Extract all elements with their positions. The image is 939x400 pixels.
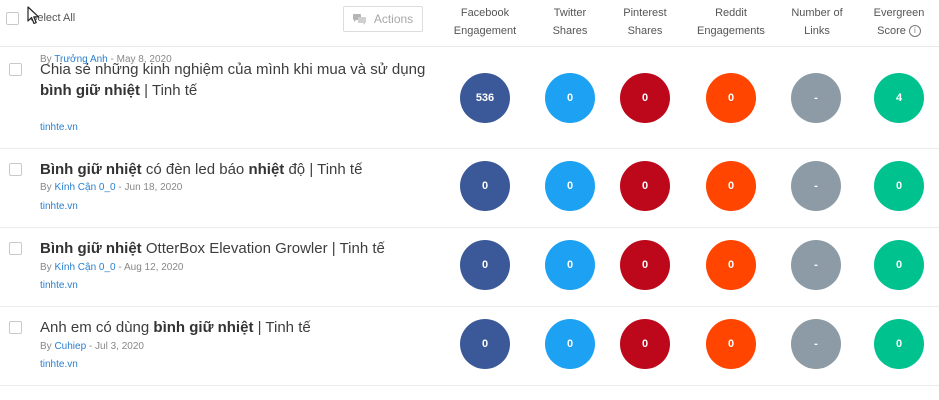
select-all-checkbox[interactable] bbox=[6, 12, 19, 25]
metric-facebook[interactable]: 0 bbox=[460, 240, 510, 290]
metric-twitter[interactable]: 0 bbox=[545, 161, 595, 211]
metric-pinterest[interactable]: 0 bbox=[620, 319, 670, 369]
metric-evergreen[interactable]: 4 bbox=[874, 73, 924, 123]
publish-date: - Aug 12, 2020 bbox=[115, 262, 184, 273]
metric-facebook[interactable]: 0 bbox=[460, 161, 510, 211]
metric-reddit[interactable]: 0 bbox=[706, 240, 756, 290]
metric-links[interactable]: - bbox=[791, 319, 841, 369]
metric-twitter[interactable]: 0 bbox=[545, 319, 595, 369]
mouse-cursor-icon bbox=[27, 6, 40, 25]
column-header-twitter-shares[interactable]: Twitter Shares bbox=[527, 4, 613, 40]
metric-twitter[interactable]: 0 bbox=[545, 240, 595, 290]
row-checkbox[interactable] bbox=[9, 321, 22, 334]
column-header-evergreen-score[interactable]: Evergreen Score i bbox=[856, 4, 939, 40]
metric-evergreen[interactable]: 0 bbox=[874, 319, 924, 369]
author-link[interactable]: Kính Cận 0_0 bbox=[54, 262, 115, 273]
table-row: Bình giữ nhiệt OtterBox Elevation Growle… bbox=[0, 227, 939, 307]
metric-twitter[interactable]: 0 bbox=[545, 73, 595, 123]
metric-facebook[interactable]: 536 bbox=[460, 73, 510, 123]
comments-icon bbox=[352, 13, 366, 25]
table-row: Anh em có dùng bình giữ nhiệt | Tinh tế B… bbox=[0, 306, 939, 386]
column-header-facebook-engagement[interactable]: Facebook Engagement bbox=[442, 4, 528, 40]
publish-date: - May 8, 2020 bbox=[107, 54, 172, 65]
row-checkbox[interactable] bbox=[9, 163, 22, 176]
article-byline: By Trưởng Anh - May 8, 2020 bbox=[40, 54, 172, 65]
metric-evergreen[interactable]: 0 bbox=[874, 161, 924, 211]
column-header-pinterest-shares[interactable]: Pinterest Shares bbox=[602, 4, 688, 40]
actions-label: Actions bbox=[373, 12, 414, 26]
domain-link[interactable]: tinhte.vn bbox=[40, 122, 78, 133]
author-link[interactable]: Trưởng Anh bbox=[54, 54, 107, 65]
actions-button[interactable]: Actions bbox=[343, 6, 423, 32]
author-link[interactable]: Cuhiep bbox=[54, 341, 86, 352]
metric-links[interactable]: - bbox=[791, 73, 841, 123]
publish-date: - Jun 18, 2020 bbox=[115, 182, 183, 193]
domain-link[interactable]: tinhte.vn bbox=[40, 280, 78, 291]
metric-pinterest[interactable]: 0 bbox=[620, 161, 670, 211]
publish-date: - Jul 3, 2020 bbox=[86, 341, 144, 352]
article-title[interactable]: Chia sẻ những kinh nghiệm của mình khi m… bbox=[40, 59, 435, 101]
metric-pinterest[interactable]: 0 bbox=[620, 73, 670, 123]
table-header: Select All Actions Facebook Engagement T… bbox=[0, 0, 939, 47]
table-row: Chia sẻ những kinh nghiệm của mình khi m… bbox=[0, 48, 939, 149]
article-title[interactable]: Bình giữ nhiệt OtterBox Elevation Growle… bbox=[40, 238, 435, 259]
metric-reddit[interactable]: 0 bbox=[706, 73, 756, 123]
metric-facebook[interactable]: 0 bbox=[460, 319, 510, 369]
table-row: Bình giữ nhiệt có đèn led báo nhiệt độ |… bbox=[0, 148, 939, 228]
metric-links[interactable]: - bbox=[791, 240, 841, 290]
domain-link[interactable]: tinhte.vn bbox=[40, 201, 78, 212]
metric-pinterest[interactable]: 0 bbox=[620, 240, 670, 290]
metric-evergreen[interactable]: 0 bbox=[874, 240, 924, 290]
column-header-number-of-links[interactable]: Number of Links bbox=[774, 4, 860, 40]
metric-reddit[interactable]: 0 bbox=[706, 319, 756, 369]
row-checkbox[interactable] bbox=[9, 242, 22, 255]
article-byline: By Cuhiep - Jul 3, 2020 bbox=[40, 341, 144, 352]
domain-link[interactable]: tinhte.vn bbox=[40, 359, 78, 370]
metric-reddit[interactable]: 0 bbox=[706, 161, 756, 211]
info-icon[interactable]: i bbox=[908, 25, 921, 38]
article-byline: By Kính Cận 0_0 - Aug 12, 2020 bbox=[40, 262, 184, 273]
row-checkbox[interactable] bbox=[9, 63, 22, 76]
metric-links[interactable]: - bbox=[791, 161, 841, 211]
column-header-reddit-engagements[interactable]: Reddit Engagements bbox=[688, 4, 774, 40]
article-title[interactable]: Anh em có dùng bình giữ nhiệt | Tinh tế bbox=[40, 317, 435, 338]
article-title[interactable]: Bình giữ nhiệt có đèn led báo nhiệt độ |… bbox=[40, 159, 435, 180]
article-byline: By Kính Cận 0_0 - Jun 18, 2020 bbox=[40, 182, 183, 193]
author-link[interactable]: Kính Cận 0_0 bbox=[54, 182, 115, 193]
